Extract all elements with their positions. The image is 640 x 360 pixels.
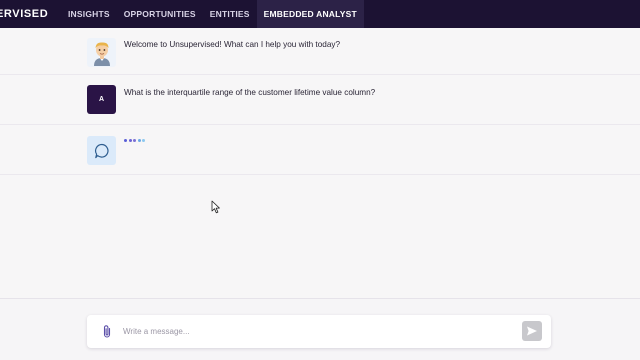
message-text: Welcome to Unsupervised! What can I help… (124, 40, 341, 49)
user-message: A What is the interquartile range of the… (0, 75, 640, 125)
send-button[interactable] (522, 321, 542, 341)
message-input[interactable]: Write a message... (123, 327, 190, 336)
paperclip-icon[interactable] (101, 324, 113, 339)
typing-dot (133, 139, 136, 142)
user-avatar: A (87, 85, 116, 114)
typing-dot (137, 139, 141, 142)
typing-dot (124, 139, 127, 142)
brand-logo-text[interactable]: ERVISED (0, 0, 54, 28)
memoji-avatar-icon (87, 38, 116, 67)
typing-indicator (124, 139, 145, 142)
nav-tab-opportunities[interactable]: OPPORTUNITIES (117, 0, 203, 28)
nav-tab-entities[interactable]: ENTITIES (203, 0, 257, 28)
chat-bubble-icon (87, 136, 116, 165)
typing-dot (128, 139, 132, 142)
assistant-message: Welcome to Unsupervised! What can I help… (0, 28, 640, 75)
send-icon (527, 326, 537, 336)
typing-dot (142, 139, 145, 142)
main-nav: INSIGHTS OPPORTUNITIES ENTITIES EMBEDDED… (61, 0, 364, 28)
nav-tab-embedded-analyst[interactable]: EMBEDDED ANALYST (256, 0, 364, 28)
chat-message-list: Welcome to Unsupervised! What can I help… (0, 28, 640, 175)
composer-area: Write a message... (0, 298, 640, 360)
mouse-pointer-icon (211, 200, 221, 214)
message-composer[interactable]: Write a message... (87, 315, 551, 348)
top-nav-bar: ERVISED INSIGHTS OPPORTUNITIES ENTITIES … (0, 0, 640, 28)
assistant-typing-message (0, 125, 640, 175)
message-text: What is the interquartile range of the c… (124, 88, 376, 97)
nav-tab-insights[interactable]: INSIGHTS (61, 0, 117, 28)
